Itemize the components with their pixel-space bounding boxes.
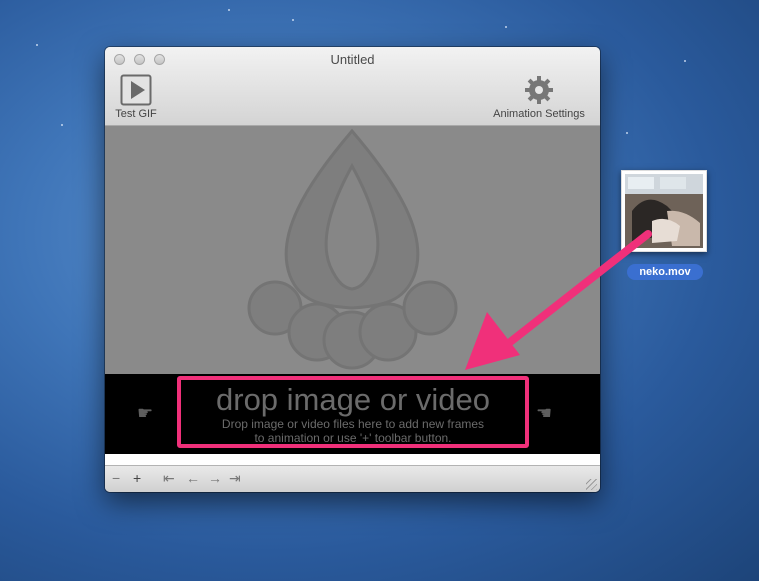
annotation-arrow (465, 230, 652, 370)
